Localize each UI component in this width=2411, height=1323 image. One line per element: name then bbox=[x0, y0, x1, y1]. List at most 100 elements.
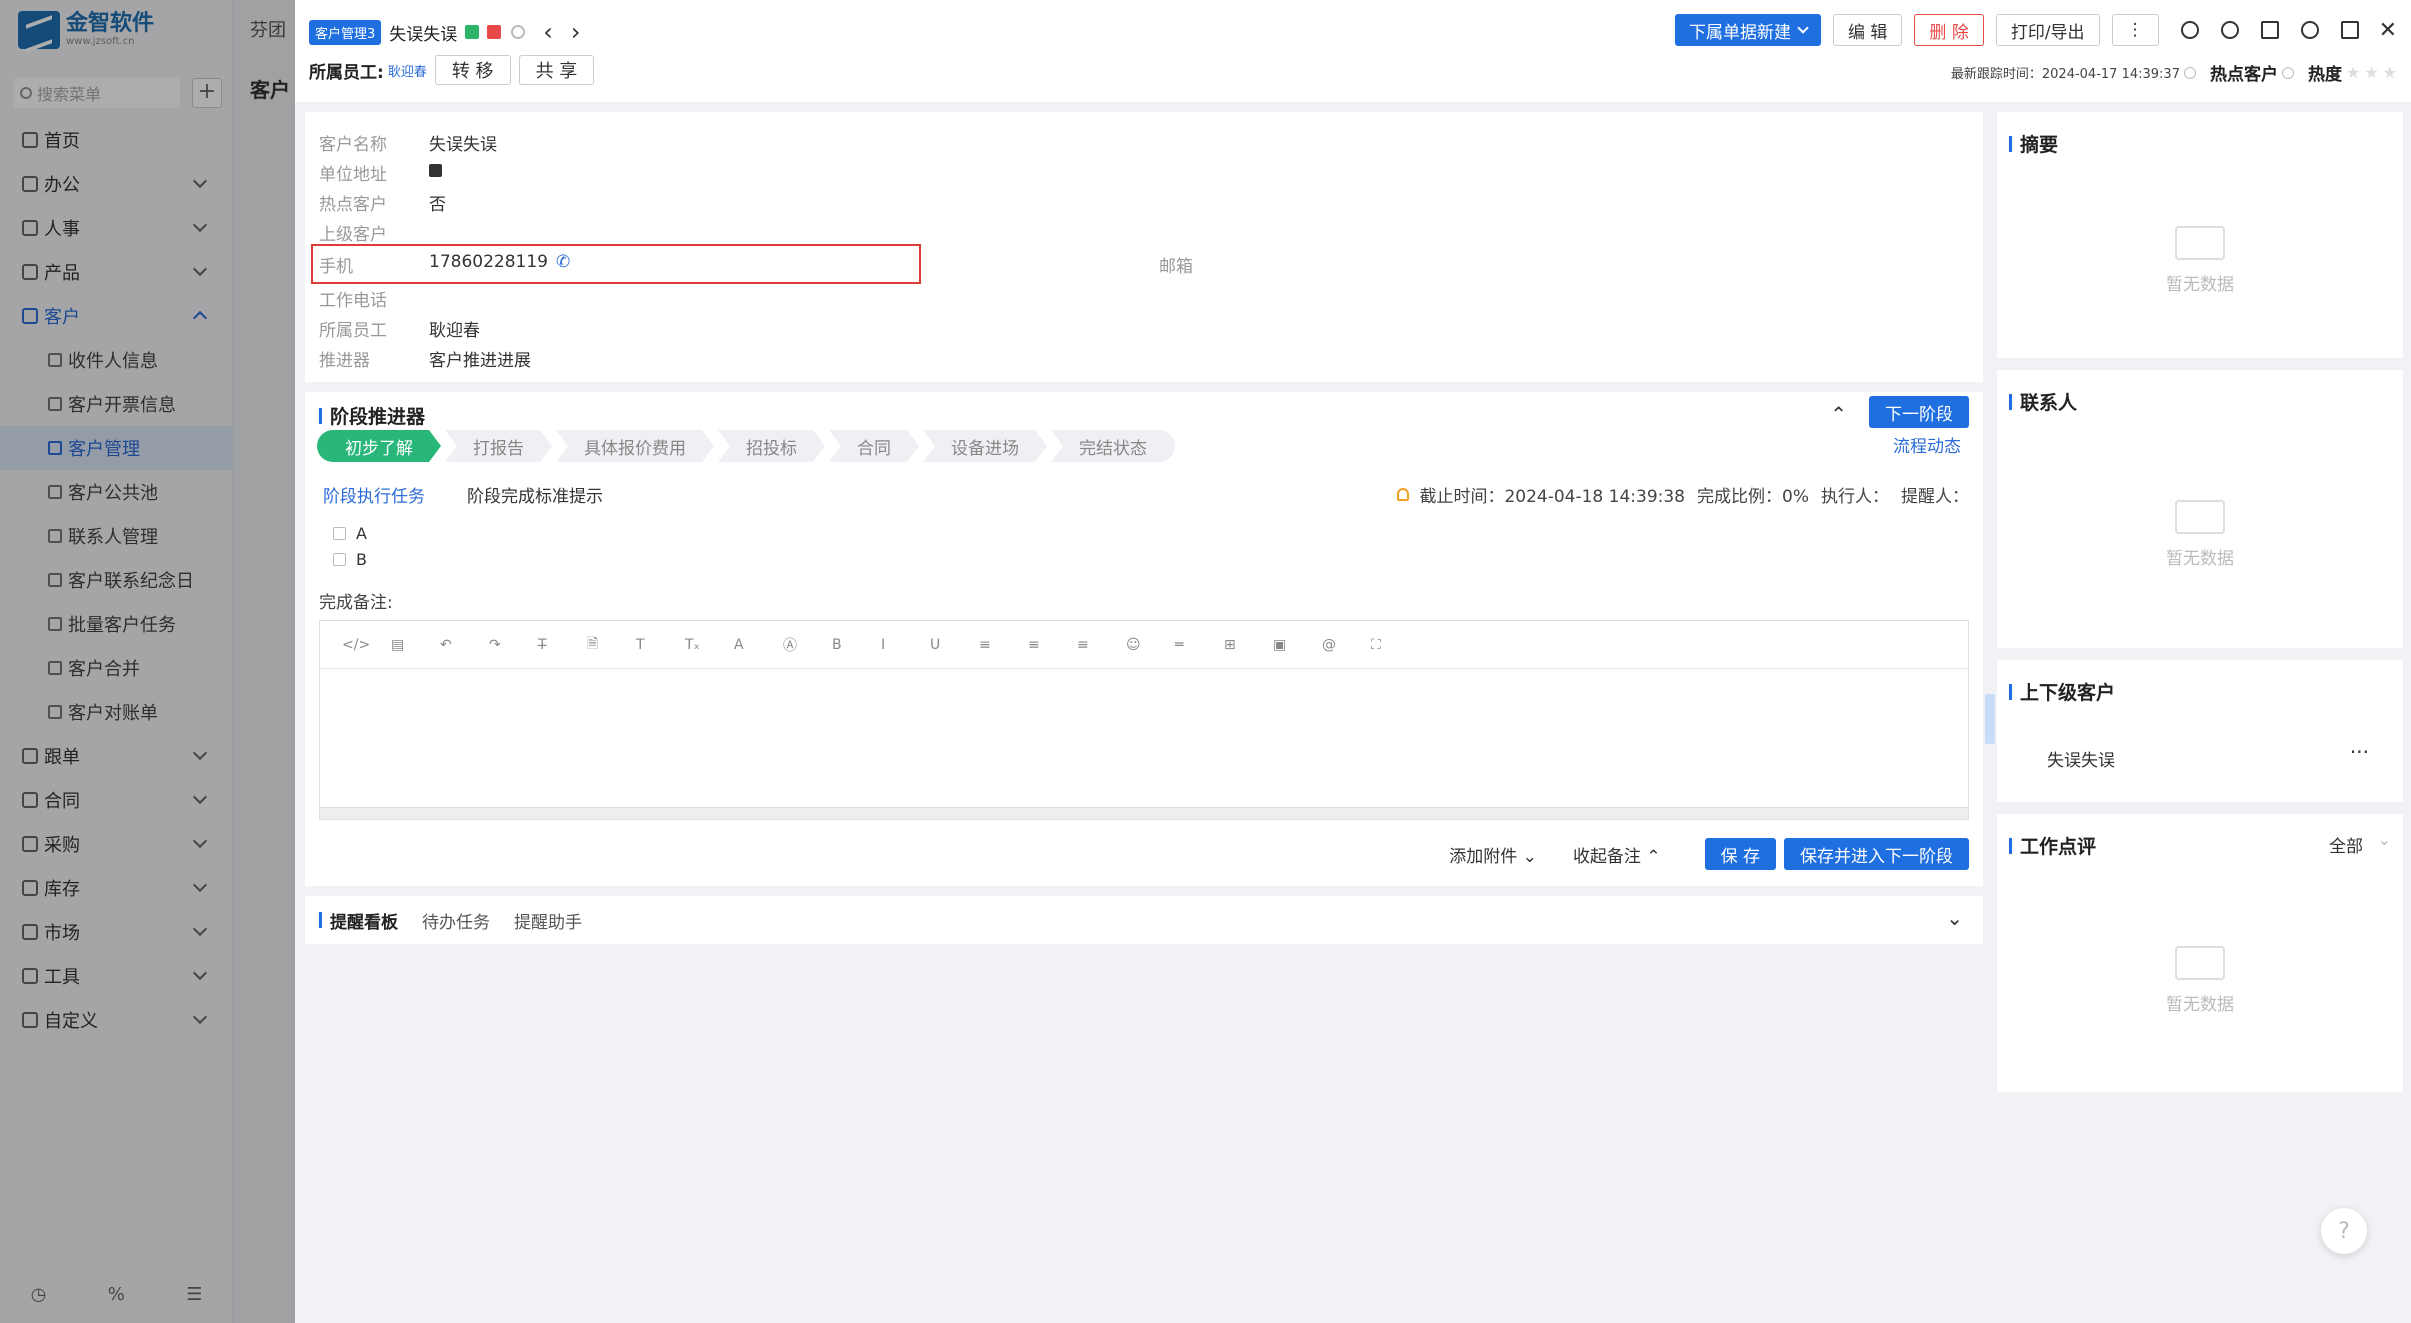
field-label: 客户名称 bbox=[319, 135, 387, 155]
bell-icon bbox=[1397, 488, 1410, 501]
chevron-down-icon[interactable]: ⌄ bbox=[2378, 830, 2391, 849]
modal-overlay[interactable] bbox=[0, 0, 295, 1323]
file-icon[interactable]: 🗎 bbox=[587, 633, 636, 657]
refresh-icon[interactable] bbox=[2220, 21, 2239, 39]
tab-stage-hint[interactable]: 阶段完成标准提示 bbox=[467, 482, 603, 507]
align-right-icon[interactable]: ≡ bbox=[1077, 637, 1126, 653]
review-filter-select[interactable]: 全部 bbox=[2329, 832, 2363, 857]
empty-tray-icon bbox=[2175, 226, 2225, 260]
toggle-icon[interactable] bbox=[2281, 66, 2294, 79]
owner-name[interactable]: 耿迎春 bbox=[388, 61, 427, 80]
fullscreen-icon[interactable] bbox=[2260, 21, 2279, 39]
link-icon[interactable] bbox=[2300, 21, 2319, 39]
save-next-stage-button[interactable]: 保存并进入下一阶段 bbox=[1784, 838, 1969, 870]
sub-document-new-button[interactable]: 下属单据新建 bbox=[1675, 14, 1822, 46]
status-red-icon bbox=[487, 25, 502, 39]
transfer-button[interactable]: 转 移 bbox=[434, 55, 511, 85]
insert-table-icon[interactable]: ⊞ bbox=[1224, 637, 1273, 653]
save-button[interactable]: 保 存 bbox=[1704, 838, 1776, 870]
chevron-down-icon bbox=[1797, 22, 1809, 34]
print-export-button[interactable]: 打印/导出 bbox=[1995, 14, 2100, 46]
fullscreen-icon[interactable]: ⛶ bbox=[1371, 637, 1420, 653]
more-icon[interactable]: ··· bbox=[2350, 740, 2369, 764]
star-icon[interactable]: ★ bbox=[2364, 63, 2378, 82]
help-icon[interactable] bbox=[2183, 66, 2196, 79]
add-attachment-link[interactable]: 添加附件 ⌄ bbox=[1449, 842, 1537, 867]
stage-step[interactable]: 设备进场 bbox=[923, 430, 1047, 462]
customer-info-card: 客户名称 失误失误 单位地址 热点客户否 上级客户 手机 17860228119 ✆ … bbox=[305, 112, 1983, 382]
stage-step[interactable]: 完结状态 bbox=[1051, 430, 1175, 462]
note-label: 完成备注: bbox=[319, 593, 393, 613]
underline-icon[interactable]: U bbox=[930, 637, 979, 653]
star-icon[interactable]: ★ bbox=[2346, 63, 2360, 82]
stage-step[interactable]: 具体报价费用 bbox=[556, 430, 714, 462]
follow-status-icon[interactable] bbox=[511, 25, 526, 39]
tab-reminder-board[interactable]: 提醒看板 bbox=[319, 908, 398, 933]
code-icon[interactable]: </> bbox=[342, 637, 391, 653]
tab-todo[interactable]: 待办任务 bbox=[422, 908, 490, 933]
align-left-icon[interactable]: ≡ bbox=[979, 637, 1028, 653]
delete-button[interactable]: 删 除 bbox=[1914, 14, 1984, 46]
collapse-note-link[interactable]: 收起备注 ⌃ bbox=[1573, 842, 1661, 867]
font-color-icon[interactable]: A bbox=[734, 637, 783, 653]
contacts-title: 联系人 bbox=[2009, 388, 2077, 415]
reminder-board: 提醒看板 待办任务 提醒助手 ⌄ bbox=[305, 896, 1983, 944]
field-label: 推进器 bbox=[319, 351, 370, 371]
more-button[interactable]: ⋮ bbox=[2111, 14, 2159, 46]
next-stage-button[interactable]: 下一阶段 bbox=[1869, 396, 1969, 428]
table-icon[interactable]: ▤ bbox=[391, 637, 440, 653]
contacts-card: 联系人 暂无数据 bbox=[1997, 370, 2403, 648]
align-center-icon[interactable]: ≡ bbox=[1028, 637, 1077, 653]
close-icon[interactable]: ✕ bbox=[2379, 18, 2397, 43]
work-review-card: 工作点评 全部 ⌄ 暂无数据 bbox=[1997, 814, 2403, 1092]
related-customer[interactable]: 失误失误 bbox=[2047, 746, 2115, 771]
image-icon[interactable]: ▣ bbox=[1273, 637, 1322, 653]
empty-text: 暂无数据 bbox=[2166, 995, 2234, 1015]
hot-customer-label: 热点客户 bbox=[2209, 65, 2278, 85]
rich-text-editor[interactable]: </> ▤ ↶ ↷ T̶ 🗎 T Tₓ A Ⓐ B I U ≡ ≡ ≡ ☺ ═ … bbox=[319, 620, 1969, 820]
font-icon[interactable]: T bbox=[636, 637, 685, 653]
font-size-icon[interactable]: Tₓ bbox=[685, 637, 734, 653]
share-button[interactable]: 共 享 bbox=[518, 55, 595, 85]
field-value: 客户推进进展 bbox=[429, 351, 531, 371]
executor-text: 执行人： bbox=[1821, 487, 1889, 507]
tab-reminder-assistant[interactable]: 提醒助手 bbox=[514, 908, 582, 933]
bold-icon[interactable]: B bbox=[832, 637, 881, 653]
horizontal-rule-icon[interactable]: ═ bbox=[1175, 637, 1224, 653]
panel-toggle-handle[interactable] bbox=[1985, 694, 1995, 744]
reminder-text: 提醒人： bbox=[1901, 487, 1969, 507]
play-icon[interactable] bbox=[2180, 21, 2199, 39]
star-icon[interactable]: ★ bbox=[2383, 63, 2397, 82]
background-color-icon[interactable]: Ⓐ bbox=[783, 635, 832, 655]
emoji-icon[interactable]: ☺ bbox=[1126, 637, 1175, 653]
stage-step[interactable]: 招投标 bbox=[718, 430, 825, 462]
strikethrough-icon[interactable]: T̶ bbox=[538, 637, 587, 653]
field-row: 单位地址 bbox=[319, 160, 442, 185]
next-record-icon[interactable]: › bbox=[571, 18, 581, 46]
editor-scrollbar[interactable] bbox=[320, 807, 1968, 819]
redo-icon[interactable]: ↷ bbox=[489, 637, 538, 653]
empty-state: 暂无数据 bbox=[1997, 500, 2403, 569]
field-label: 工作电话 bbox=[319, 291, 387, 311]
map-icon[interactable] bbox=[429, 164, 442, 177]
italic-icon[interactable]: I bbox=[881, 637, 930, 653]
parent-child-title: 上下级客户 bbox=[2009, 678, 2115, 705]
collapse-up-icon[interactable]: ⌃ bbox=[1830, 402, 1847, 426]
task-checkbox[interactable]: A bbox=[333, 524, 367, 543]
tab-stage-task[interactable]: 阶段执行任务 bbox=[323, 482, 425, 507]
monitor-icon[interactable] bbox=[2340, 21, 2359, 39]
flow-dynamic-link[interactable]: 流程动态 bbox=[1893, 432, 1961, 457]
prev-record-icon[interactable]: ‹ bbox=[543, 18, 553, 46]
undo-icon[interactable]: ↶ bbox=[440, 637, 489, 653]
deadline-text: 截止时间：2024-04-18 14:39:38 bbox=[1419, 487, 1686, 507]
stage-step[interactable]: 合同 bbox=[829, 430, 919, 462]
task-checkbox[interactable]: B bbox=[333, 550, 367, 569]
expand-down-icon[interactable]: ⌄ bbox=[1946, 906, 1963, 930]
help-button[interactable]: ? bbox=[2321, 1208, 2367, 1254]
phone-icon[interactable]: ✆ bbox=[556, 252, 570, 277]
stage-step[interactable]: 打报告 bbox=[445, 430, 552, 462]
stage-step[interactable]: 初步了解 bbox=[317, 430, 441, 462]
attachment-icon[interactable]: @ bbox=[1322, 637, 1371, 653]
edit-button[interactable]: 编 辑 bbox=[1833, 14, 1903, 46]
field-row: 工作电话 bbox=[319, 286, 429, 311]
